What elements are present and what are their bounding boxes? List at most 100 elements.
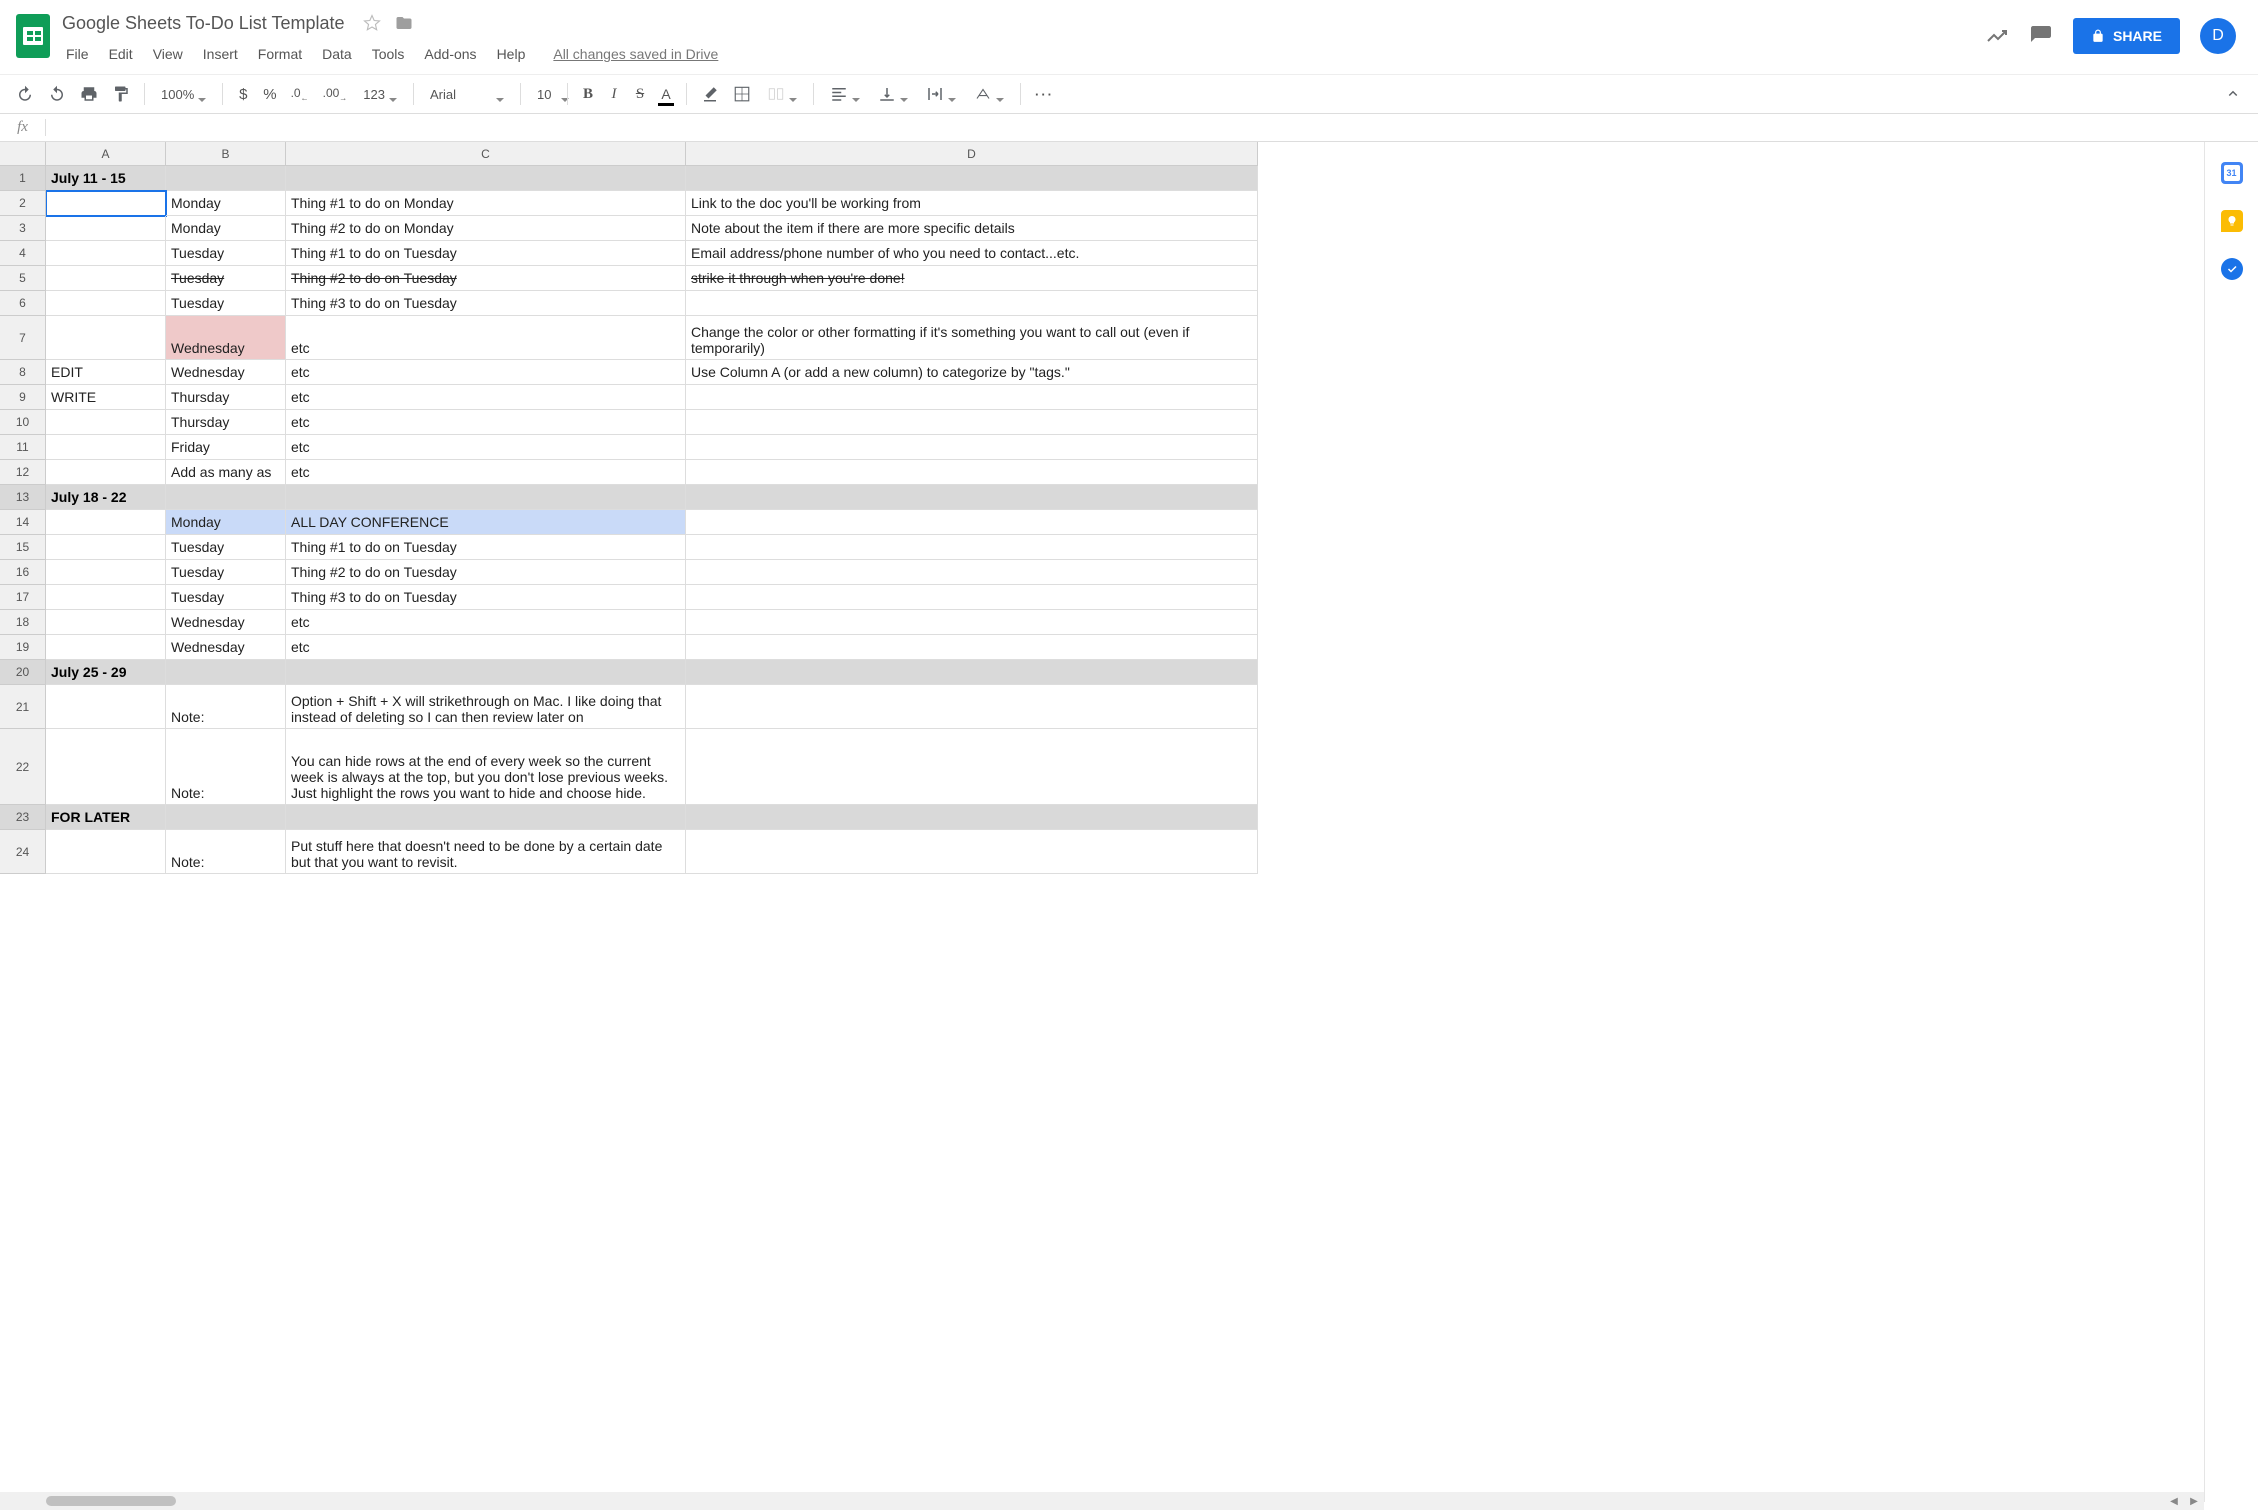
cell-B14[interactable]: Monday: [166, 510, 286, 535]
format-percent-button[interactable]: %: [257, 80, 282, 108]
explore-icon[interactable]: [1985, 24, 2009, 48]
cell-B21[interactable]: Note:: [166, 685, 286, 729]
cell-D5[interactable]: strike it through when you're done!: [686, 266, 1258, 291]
calendar-icon[interactable]: 31: [2221, 162, 2243, 184]
menu-insert[interactable]: Insert: [195, 42, 246, 66]
account-avatar[interactable]: D: [2200, 18, 2236, 54]
row-header-10[interactable]: 10: [0, 410, 46, 435]
cell-B4[interactable]: Tuesday: [166, 241, 286, 266]
cell-A6[interactable]: [46, 291, 166, 316]
cell-A10[interactable]: [46, 410, 166, 435]
row-header-1[interactable]: 1: [0, 166, 46, 191]
cell-C7[interactable]: etc: [286, 316, 686, 360]
cell-D15[interactable]: [686, 535, 1258, 560]
row-header-19[interactable]: 19: [0, 635, 46, 660]
font-select[interactable]: Arial: [422, 83, 512, 106]
cell-A14[interactable]: [46, 510, 166, 535]
document-title[interactable]: Google Sheets To-Do List Template: [58, 11, 349, 36]
borders-button[interactable]: [727, 80, 757, 108]
star-icon[interactable]: [363, 14, 381, 32]
row-header-8[interactable]: 8: [0, 360, 46, 385]
column-header-D[interactable]: D: [686, 142, 1258, 166]
bold-button[interactable]: B: [576, 80, 600, 108]
row-header-15[interactable]: 15: [0, 535, 46, 560]
cell-D1[interactable]: [686, 166, 1258, 191]
cell-D12[interactable]: [686, 460, 1258, 485]
print-button[interactable]: [74, 80, 104, 108]
zoom-select[interactable]: 100%: [153, 83, 214, 106]
cell-A22[interactable]: [46, 729, 166, 805]
cell-A9[interactable]: WRITE: [46, 385, 166, 410]
row-header-24[interactable]: 24: [0, 830, 46, 874]
cell-D20[interactable]: [686, 660, 1258, 685]
paint-format-button[interactable]: [106, 80, 136, 108]
spreadsheet-grid[interactable]: ABCD1July 11 - 152MondayThing #1 to do o…: [0, 142, 2204, 874]
collapse-toolbar-button[interactable]: [2218, 80, 2248, 108]
cell-D19[interactable]: [686, 635, 1258, 660]
cell-D6[interactable]: [686, 291, 1258, 316]
cell-B20[interactable]: [166, 660, 286, 685]
cell-B1[interactable]: [166, 166, 286, 191]
menu-data[interactable]: Data: [314, 42, 360, 66]
cell-C13[interactable]: [286, 485, 686, 510]
cell-A20[interactable]: July 25 - 29: [46, 660, 166, 685]
row-header-21[interactable]: 21: [0, 685, 46, 729]
cell-B19[interactable]: Wednesday: [166, 635, 286, 660]
menu-file[interactable]: File: [58, 42, 97, 66]
share-button[interactable]: SHARE: [2073, 18, 2180, 54]
cell-D16[interactable]: [686, 560, 1258, 585]
cell-C3[interactable]: Thing #2 to do on Monday: [286, 216, 686, 241]
cell-D11[interactable]: [686, 435, 1258, 460]
text-wrap-button[interactable]: [918, 81, 964, 107]
cell-C23[interactable]: [286, 805, 686, 830]
cell-D3[interactable]: Note about the item if there are more sp…: [686, 216, 1258, 241]
cell-D21[interactable]: [686, 685, 1258, 729]
folder-icon[interactable]: [395, 14, 413, 32]
cell-A3[interactable]: [46, 216, 166, 241]
row-header-23[interactable]: 23: [0, 805, 46, 830]
cell-A4[interactable]: [46, 241, 166, 266]
cell-A1[interactable]: July 11 - 15: [46, 166, 166, 191]
row-header-12[interactable]: 12: [0, 460, 46, 485]
menu-format[interactable]: Format: [250, 42, 310, 66]
cell-B23[interactable]: [166, 805, 286, 830]
cell-A15[interactable]: [46, 535, 166, 560]
cell-C19[interactable]: etc: [286, 635, 686, 660]
cell-D13[interactable]: [686, 485, 1258, 510]
strikethrough-button[interactable]: S: [628, 80, 652, 108]
cell-D9[interactable]: [686, 385, 1258, 410]
column-header-A[interactable]: A: [46, 142, 166, 166]
cell-D23[interactable]: [686, 805, 1258, 830]
cell-A21[interactable]: [46, 685, 166, 729]
cell-D8[interactable]: Use Column A (or add a new column) to ca…: [686, 360, 1258, 385]
cell-B9[interactable]: Thursday: [166, 385, 286, 410]
app-logo[interactable]: [8, 8, 58, 58]
cell-B12[interactable]: Add as many as: [166, 460, 286, 485]
cell-C21[interactable]: Option + Shift + X will strikethrough on…: [286, 685, 686, 729]
text-color-button[interactable]: A: [654, 80, 678, 108]
cell-A18[interactable]: [46, 610, 166, 635]
cell-D17[interactable]: [686, 585, 1258, 610]
text-rotation-button[interactable]: [966, 81, 1012, 107]
cell-B2[interactable]: Monday: [166, 191, 286, 216]
row-header-11[interactable]: 11: [0, 435, 46, 460]
cell-C18[interactable]: etc: [286, 610, 686, 635]
cell-C24[interactable]: Put stuff here that doesn't need to be d…: [286, 830, 686, 874]
cell-C8[interactable]: etc: [286, 360, 686, 385]
format-currency-button[interactable]: $: [231, 80, 255, 108]
cell-C4[interactable]: Thing #1 to do on Tuesday: [286, 241, 686, 266]
cell-C17[interactable]: Thing #3 to do on Tuesday: [286, 585, 686, 610]
cell-A13[interactable]: July 18 - 22: [46, 485, 166, 510]
column-header-C[interactable]: C: [286, 142, 686, 166]
cell-B22[interactable]: Note:: [166, 729, 286, 805]
horizontal-align-button[interactable]: [822, 81, 868, 107]
cell-B24[interactable]: Note:: [166, 830, 286, 874]
cell-A8[interactable]: EDIT: [46, 360, 166, 385]
row-header-20[interactable]: 20: [0, 660, 46, 685]
cell-C11[interactable]: etc: [286, 435, 686, 460]
cell-B5[interactable]: Tuesday: [166, 266, 286, 291]
cell-C22[interactable]: You can hide rows at the end of every we…: [286, 729, 686, 805]
cell-D24[interactable]: [686, 830, 1258, 874]
keep-icon[interactable]: [2221, 210, 2243, 232]
row-header-13[interactable]: 13: [0, 485, 46, 510]
